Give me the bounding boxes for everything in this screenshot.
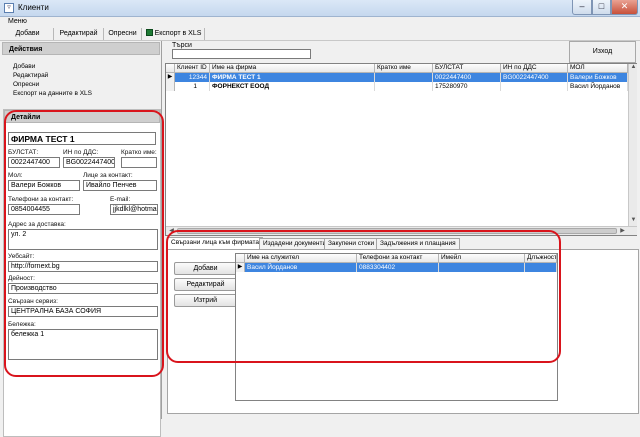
cell-short-name xyxy=(375,82,433,91)
cell-company-name: ФИРМА ТЕСТ 1 xyxy=(210,73,375,82)
action-export-link[interactable]: Експорт на данните в XLS xyxy=(13,90,92,97)
cell-short-name xyxy=(375,73,433,82)
search-label: Търси xyxy=(172,42,192,49)
scroll-up-icon[interactable]: ▲ xyxy=(629,64,638,70)
details-highlight-annotation xyxy=(4,110,164,377)
close-button[interactable]: ✕ xyxy=(611,0,638,15)
toolbar-add-label: Добави xyxy=(15,30,40,37)
toolbar-edit-label: Редактирай xyxy=(59,30,98,37)
col-company-name[interactable]: Име на фирма xyxy=(210,64,375,73)
row-selector-icon: ▶ xyxy=(166,73,175,82)
actions-header: Действия xyxy=(2,42,160,55)
toolbar-refresh-label: Опресни xyxy=(108,30,137,37)
window-app-icon[interactable]: ▿ xyxy=(4,3,14,13)
cell-mol: Валери Божков xyxy=(568,73,628,82)
related-persons-highlight-annotation xyxy=(166,230,561,363)
col-mol[interactable]: МОЛ xyxy=(568,64,628,73)
grid-corner xyxy=(166,64,175,73)
toolbar-export-label: Експорт в XLS xyxy=(154,30,202,37)
row-selector xyxy=(166,82,175,91)
scroll-right-icon[interactable]: ▶ xyxy=(618,227,627,234)
exit-button[interactable]: Изход xyxy=(569,41,636,63)
action-add-link[interactable]: Добави xyxy=(13,63,35,70)
clients-grid: Клиент ID Име на фирма Кратко име БУЛСТА… xyxy=(165,63,637,236)
toolbar-add-button[interactable]: Добави xyxy=(2,28,54,40)
cell-bulstat: 0022447400 xyxy=(433,73,501,82)
action-refresh-link[interactable]: Опресни xyxy=(13,81,39,88)
cell-vat xyxy=(501,82,568,91)
col-bulstat[interactable]: БУЛСТАТ xyxy=(433,64,501,73)
scroll-down-icon[interactable]: ▼ xyxy=(629,217,638,223)
clients-vertical-scrollbar[interactable]: ▲ ▼ xyxy=(628,64,637,226)
toolbar-refresh-button[interactable]: Опресни xyxy=(104,28,142,40)
menu-item-menu[interactable]: Меню xyxy=(8,18,27,25)
cell-bulstat: 175280970 xyxy=(433,82,501,91)
cell-vat: BG0022447400 xyxy=(501,73,568,82)
cell-company-name: ФОРНЕКСТ ЕООД xyxy=(210,82,375,91)
col-short-name[interactable]: Кратко име xyxy=(375,64,433,73)
menu-bar: Меню xyxy=(0,17,640,27)
maximize-button[interactable]: □ xyxy=(592,0,611,15)
col-client-id[interactable]: Клиент ID xyxy=(175,64,210,73)
toolbar-edit-button[interactable]: Редактирай xyxy=(54,28,104,40)
cell-client-id: 1 xyxy=(175,82,210,91)
search-input[interactable] xyxy=(172,49,311,59)
excel-icon xyxy=(145,29,153,36)
col-vat[interactable]: ИН по ДДС xyxy=(501,64,568,73)
window-title: Клиенти xyxy=(18,3,49,12)
action-edit-link[interactable]: Редактирай xyxy=(13,72,48,79)
minimize-button[interactable]: – xyxy=(572,0,592,15)
cell-mol: Васил Йорданов xyxy=(568,82,628,91)
cell-client-id: 12344 xyxy=(175,73,210,82)
title-bar: ▿ Клиенти – □ ✕ xyxy=(0,0,640,17)
toolbar: Добави Редактирай Опресни Експорт в XLS xyxy=(0,27,640,41)
toolbar-export-button[interactable]: Експорт в XLS xyxy=(143,28,205,40)
